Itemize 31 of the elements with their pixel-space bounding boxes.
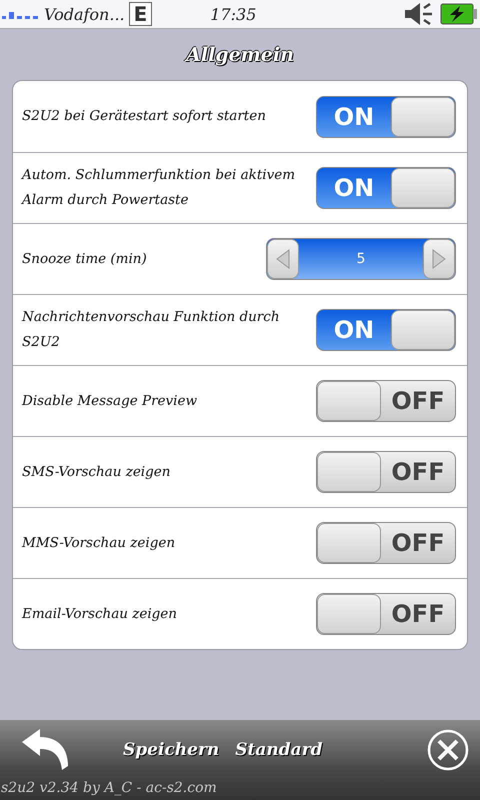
setting-label: Autom. Schlummerfunktion bei aktivem Alarm durch Powertaste [22,166,296,210]
toggle-switch[interactable]: OFF [316,380,456,422]
setting-label: Snooze time (min) [22,250,148,268]
setting-label: SMS-Vorschau zeigen [22,462,172,482]
setting-label: Disable Message Preview [22,392,198,410]
toggle-switch[interactable]: ON [316,167,456,209]
number-stepper[interactable]: 5 [266,238,456,280]
text-button[interactable]: Standard [227,740,331,760]
carrier-name: Vodafon... [44,4,125,24]
snooze-value: 5 [356,251,366,267]
setting-label: S2U2 bei Gerätestart sofort starten [22,107,267,126]
toggle-switch[interactable]: OFF [316,451,456,493]
clock-time: 17:35 [210,4,258,24]
text-button[interactable]: Speichern [115,740,228,760]
version-footer: s2u2 v2.34 by A_C - ac-s2.com [0,780,480,796]
back-arrow-icon[interactable] [20,728,70,772]
network-type: E [128,2,152,26]
toggle-switch[interactable]: OFF [316,593,456,635]
setting-label: Nachrichtenvorschau Funktion durch S2U2 [22,308,281,352]
screen-title: Allgemein [186,44,294,66]
toggle-switch[interactable]: ON [316,309,456,351]
battery-charging-icon [440,3,478,25]
toggle-switch[interactable]: OFF [316,522,456,564]
increment-button[interactable] [423,239,455,279]
toggle-switch[interactable]: ON [316,96,456,138]
left-triangle-icon [276,249,290,269]
close-icon[interactable] [426,728,470,772]
setting-label: Email-Vorschau zeigen [22,604,178,624]
decrement-button[interactable] [267,239,299,279]
setting-label: MMS-Vorschau zeigen [22,534,176,552]
right-triangle-icon [432,249,446,269]
